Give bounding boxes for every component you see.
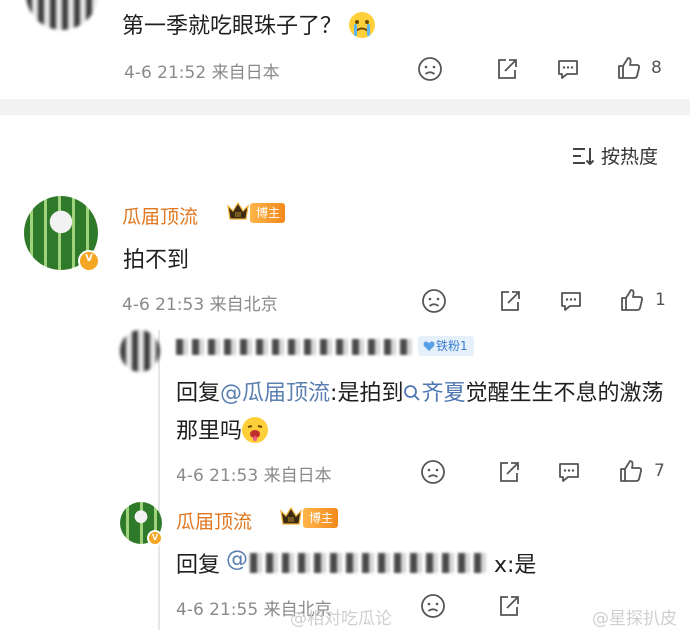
- sort-icon: [573, 147, 595, 165]
- share-icon[interactable]: [494, 56, 520, 82]
- blogger-badge: 博主: [250, 203, 286, 223]
- share-icon[interactable]: [496, 593, 522, 619]
- heart-icon: [423, 341, 435, 351]
- share-icon[interactable]: [497, 288, 523, 314]
- dislike-icon[interactable]: [420, 593, 446, 619]
- svg-text:III: III: [288, 516, 294, 524]
- blurred-mention[interactable]: [250, 553, 490, 573]
- search-icon: [404, 385, 421, 401]
- comment-meta: 4-6 21:53 来自北京: [122, 295, 278, 315]
- like-count: 1: [655, 290, 666, 310]
- like-icon[interactable]: [616, 55, 642, 81]
- crown-icon: III: [279, 505, 303, 527]
- like-icon[interactable]: [619, 287, 645, 313]
- crying-emoji: [349, 12, 376, 38]
- sort-button[interactable]: 按热度: [571, 142, 658, 169]
- blogger-badge: 博主: [303, 508, 339, 528]
- share-icon[interactable]: [496, 459, 522, 485]
- top-comment-text: 第一季就吃眼珠子了？: [122, 8, 376, 40]
- mention-link[interactable]: @瓜届顶流: [220, 381, 330, 406]
- like-count: 7: [654, 461, 665, 481]
- blurred-username[interactable]: [176, 339, 412, 355]
- reply-text-suffix: x:是: [494, 553, 537, 578]
- top-commenter-avatar[interactable]: [26, 0, 98, 30]
- svg-text:III: III: [235, 211, 241, 219]
- drooling-emoji: [242, 417, 269, 443]
- reply-prefix: 回复: [176, 553, 221, 578]
- mention-at[interactable]: @: [226, 547, 248, 572]
- user-name[interactable]: 瓜届顶流: [176, 507, 252, 534]
- like-count: 8: [651, 58, 662, 78]
- crown-icon: III: [226, 200, 250, 222]
- comment-icon[interactable]: [555, 56, 581, 82]
- dislike-icon[interactable]: [420, 459, 446, 485]
- reply-meta: 4-6 21:53 来自日本: [176, 466, 332, 486]
- reply-thread-line: [158, 330, 160, 630]
- reply-avatar[interactable]: [120, 330, 160, 372]
- verified-badge: V: [78, 250, 100, 272]
- reply-prefix: 回复: [176, 381, 221, 406]
- topic-link[interactable]: 齐夏: [403, 381, 465, 406]
- comment-icon[interactable]: [558, 288, 584, 314]
- fan-badge-label: 铁粉1: [436, 339, 468, 353]
- sort-label: 按热度: [601, 146, 659, 168]
- reply-text: 回复@瓜届顶流:是拍到 齐夏觉醒生生不息的激荡那里吗: [176, 381, 664, 444]
- section-divider: [0, 99, 690, 115]
- watermark-right: @星探扒皮: [592, 609, 677, 629]
- dislike-icon[interactable]: [421, 288, 447, 314]
- top-comment-meta: 4-6 21:52 来自日本: [124, 63, 280, 83]
- verified-badge: V: [147, 530, 163, 546]
- comment-icon[interactable]: [556, 459, 582, 485]
- comment-text: 拍不到: [123, 248, 190, 273]
- watermark-left: @相对吃瓜论: [290, 609, 392, 629]
- user-name[interactable]: 瓜届顶流: [122, 202, 198, 229]
- dislike-icon[interactable]: [417, 56, 443, 82]
- like-icon[interactable]: [618, 458, 644, 484]
